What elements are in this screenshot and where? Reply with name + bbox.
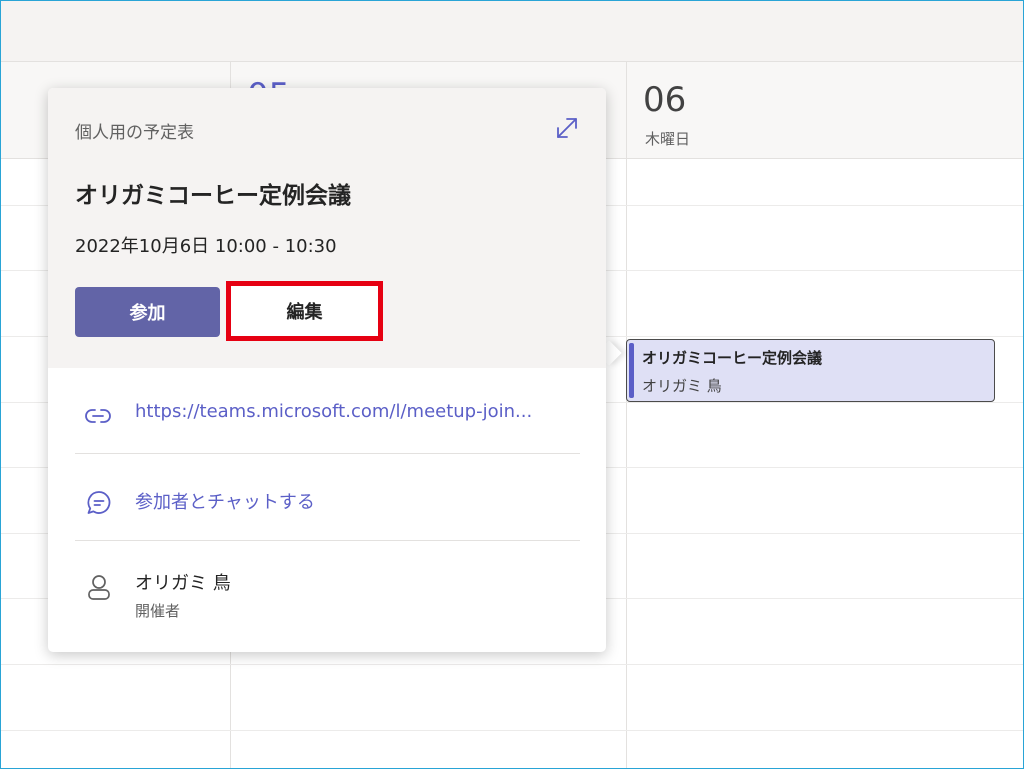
- person-icon: [85, 573, 113, 607]
- join-button[interactable]: 参加: [75, 287, 220, 337]
- app-window: 05 06 木曜日 オリガミコーヒー定例会議 オリガミ 鳥 個人用の予定表: [0, 0, 1024, 769]
- link-icon: [85, 404, 111, 432]
- organizer-name: オリガミ 鳥: [135, 573, 231, 594]
- calendar-event[interactable]: オリガミコーヒー定例会議 オリガミ 鳥: [626, 339, 995, 402]
- organizer-role: 開催者: [135, 602, 181, 620]
- chat-icon: [85, 489, 113, 521]
- meeting-title: オリガミコーヒー定例会議: [75, 183, 351, 209]
- meeting-details-popup: 個人用の予定表 オリガミコーヒー定例会議 2022年10月6日 10:00 - …: [48, 88, 606, 652]
- organizer-row: オリガミ 鳥 開催者: [75, 569, 580, 625]
- edit-button[interactable]: 編集: [226, 281, 383, 341]
- event-accent-bar: [629, 343, 634, 398]
- day-name: 木曜日: [645, 130, 691, 148]
- top-toolbar: [1, 1, 1023, 62]
- hour-line: [1, 730, 1023, 731]
- calendar-name: 個人用の予定表: [75, 123, 194, 143]
- expand-icon[interactable]: [553, 114, 581, 142]
- hour-line: [1, 664, 1023, 665]
- divider: [75, 540, 580, 541]
- meeting-link[interactable]: https://teams.microsoft.com/l/meetup-joi…: [135, 401, 532, 422]
- meeting-datetime: 2022年10月6日 10:00 - 10:30: [75, 236, 337, 257]
- column-divider: [626, 62, 627, 768]
- chat-row[interactable]: 参加者とチャットする: [75, 488, 580, 518]
- divider: [75, 453, 580, 454]
- event-owner: オリガミ 鳥: [642, 377, 722, 395]
- event-title: オリガミコーヒー定例会議: [642, 349, 823, 367]
- meeting-link-row[interactable]: https://teams.microsoft.com/l/meetup-joi…: [75, 401, 580, 431]
- day-number: 06: [643, 80, 687, 120]
- chat-with-participants-link[interactable]: 参加者とチャットする: [135, 488, 315, 514]
